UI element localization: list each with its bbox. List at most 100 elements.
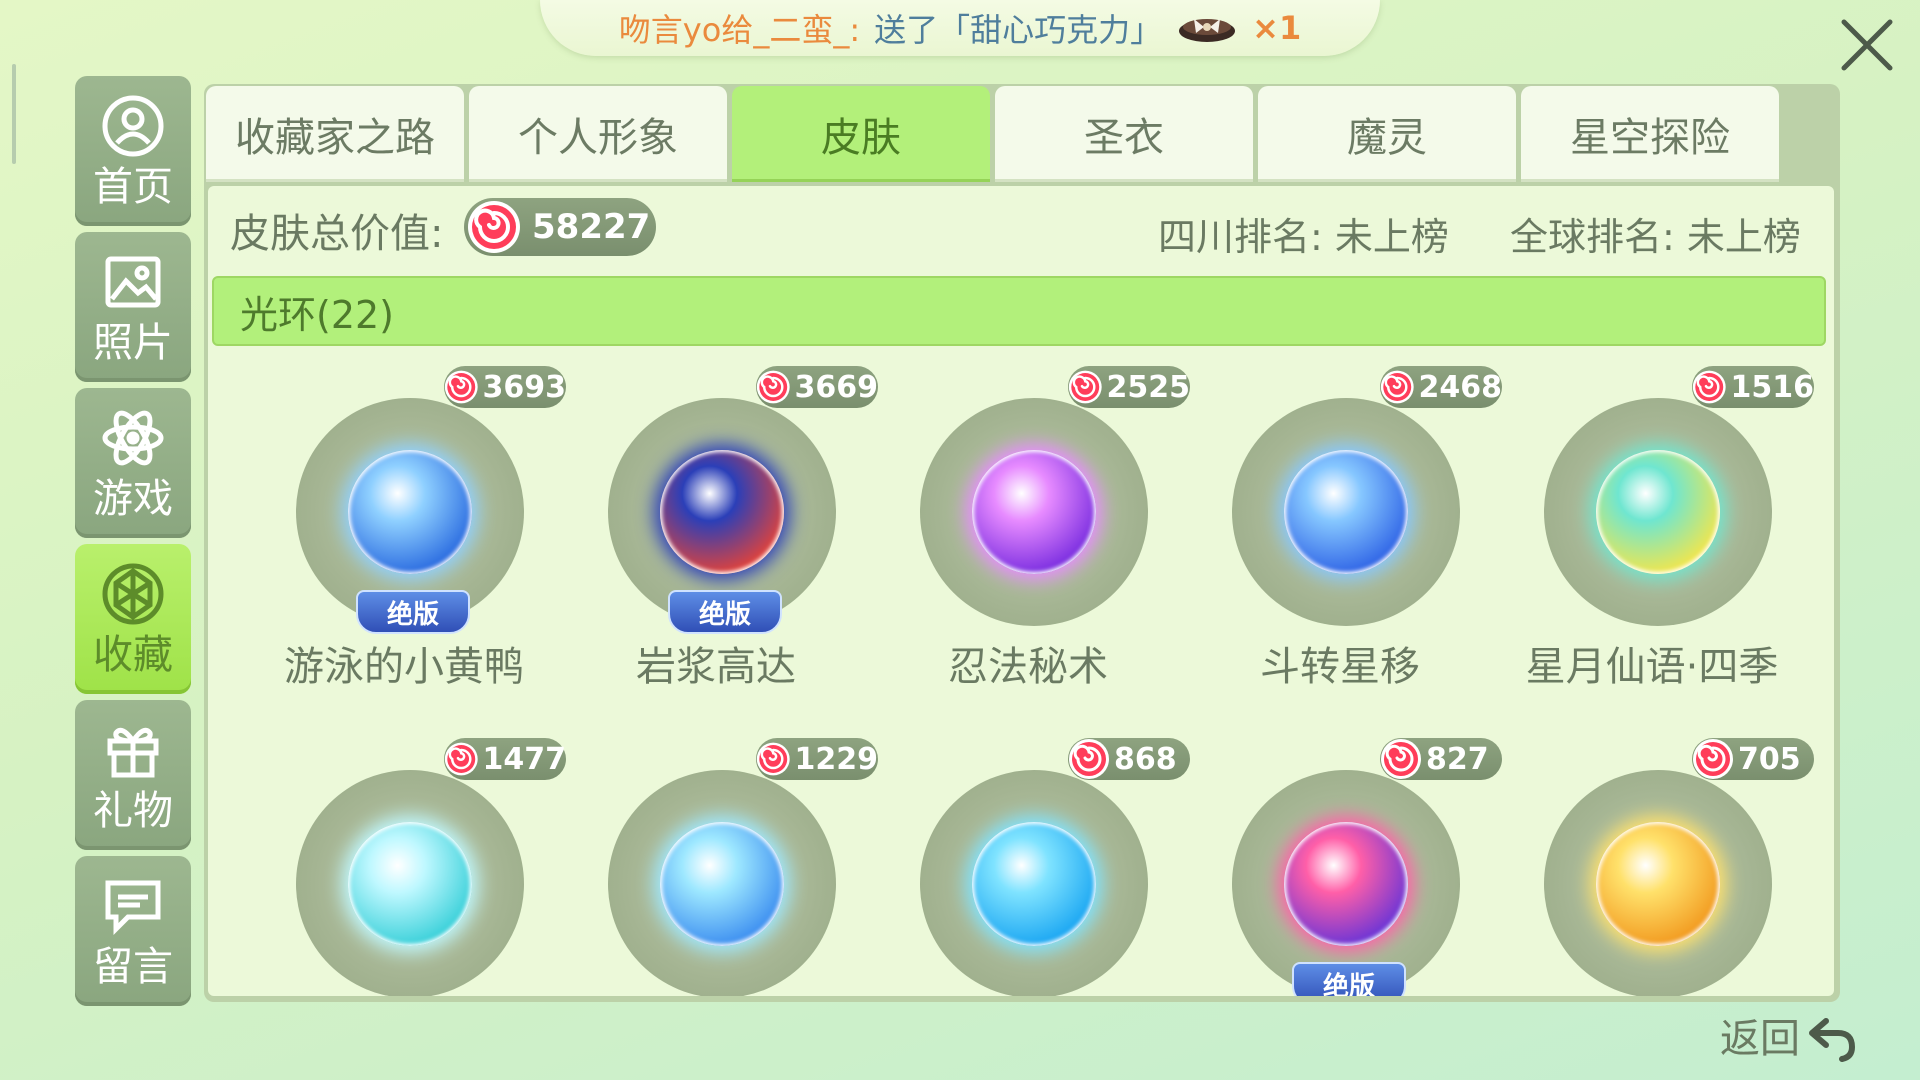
sidebar-item-label: 照片 xyxy=(93,320,173,366)
halo-orb-icon xyxy=(660,822,784,946)
item-price: 2468 xyxy=(1418,369,1503,405)
item-price: 3693 xyxy=(482,369,567,405)
tab-collector-road[interactable]: 收藏家之路 xyxy=(206,86,464,182)
gift-notification-banner: 吻言yo给_二蛮_: 送了「甜心巧克力」 ×1 xyxy=(540,0,1380,56)
skin-item[interactable]: 1477 xyxy=(248,724,566,996)
sidebar-item-label: 首页 xyxy=(93,164,173,210)
halo-orb-icon xyxy=(1596,822,1720,946)
global-rank: 全球排名: 未上榜 xyxy=(1510,215,1801,259)
limited-badge: 绝版 xyxy=(1292,962,1406,996)
item-price: 827 xyxy=(1426,741,1489,777)
sidebar-item-label: 游戏 xyxy=(93,476,173,522)
photo-icon xyxy=(100,249,166,315)
sidebar-item-games[interactable]: 游戏 xyxy=(75,388,191,538)
skin-item[interactable]: 827 绝版 xyxy=(1184,724,1502,996)
item-price-pill: 3693 xyxy=(444,366,566,408)
home-user-icon xyxy=(100,93,166,159)
sidebar-item-messages[interactable]: 留言 xyxy=(75,856,191,1006)
item-price: 2525 xyxy=(1106,369,1191,405)
halo-orb-icon xyxy=(1284,822,1408,946)
candy-coin-icon xyxy=(1692,370,1726,404)
candy-coin-icon xyxy=(1693,739,1733,779)
item-price-pill: 1477 xyxy=(444,738,566,780)
province-rank: 四川排名: 未上榜 xyxy=(1158,215,1449,259)
item-name: 忍法秘术 xyxy=(948,644,1108,690)
total-value-pill: 58227 xyxy=(464,198,656,256)
limited-badge: 绝版 xyxy=(668,590,782,634)
item-name: 岩浆高达 xyxy=(636,644,796,690)
halo-orb-icon xyxy=(972,822,1096,946)
item-price: 1229 xyxy=(794,741,879,777)
gift-sender: 吻言yo给_二蛮_: xyxy=(618,11,861,49)
skin-item[interactable]: 2525 忍法秘术 xyxy=(872,352,1190,690)
candy-coin-icon xyxy=(756,742,790,776)
close-icon[interactable] xyxy=(1832,10,1902,80)
sidebar-item-gifts[interactable]: 礼物 xyxy=(75,700,191,850)
back-button[interactable]: 返回 xyxy=(1720,1000,1860,1070)
skin-item[interactable]: 1229 xyxy=(560,724,878,996)
halo-orb-icon xyxy=(348,822,472,946)
total-value-label: 皮肤总价值: xyxy=(230,211,444,257)
item-name: 星月仙语·四季 xyxy=(1525,644,1779,690)
halo-orb-icon xyxy=(972,450,1096,574)
total-value: 58227 xyxy=(532,207,651,247)
halo-orb-icon xyxy=(1596,450,1720,574)
skin-item[interactable]: 3693 绝版 游泳的小黄鸭 xyxy=(248,352,566,690)
limited-badge: 绝版 xyxy=(356,590,470,634)
section-header-halo[interactable]: 光环(22) xyxy=(212,276,1826,346)
message-icon xyxy=(100,873,166,939)
gift-action: 送了「甜心巧克力」 xyxy=(874,11,1163,49)
halo-orb-icon xyxy=(1284,450,1408,574)
gift-icon xyxy=(100,717,166,783)
item-price: 1516 xyxy=(1730,369,1815,405)
candy-coin-icon xyxy=(468,201,520,253)
candy-coin-icon xyxy=(1380,370,1414,404)
sidebar-nav: 首页 照片 游戏 收藏 礼物 留言 xyxy=(75,76,191,1012)
item-price-pill: 705 xyxy=(1692,738,1814,780)
item-price: 705 xyxy=(1738,741,1801,777)
back-arrow-icon xyxy=(1809,1018,1856,1062)
tab-star-exploration[interactable]: 星空探险 xyxy=(1521,86,1779,182)
tab-bar: 收藏家之路 个人形象 皮肤 圣衣 魔灵 星空探险 xyxy=(206,86,1779,182)
sidebar-item-label: 收藏 xyxy=(93,632,173,678)
left-edge-divider xyxy=(12,64,16,164)
item-price: 1477 xyxy=(482,741,567,777)
candy-coin-icon xyxy=(444,742,478,776)
skin-item[interactable]: 2468 斗转星移 xyxy=(1184,352,1502,690)
sidebar-item-collection[interactable]: 收藏 xyxy=(75,544,191,694)
halo-orb-icon xyxy=(348,450,472,574)
tab-magic-spirit[interactable]: 魔灵 xyxy=(1258,86,1516,182)
item-price-pill: 868 xyxy=(1068,738,1190,780)
item-price-pill: 2468 xyxy=(1380,366,1502,408)
gift-count: ×1 xyxy=(1252,9,1302,47)
back-label: 返回 xyxy=(1720,1016,1800,1062)
candy-coin-icon xyxy=(1069,739,1109,779)
skin-item-grid: 3693 绝版 游泳的小黄鸭 3669 绝版 岩浆高达 2525 忍法秘术 24… xyxy=(208,352,1834,996)
item-price-pill: 827 xyxy=(1380,738,1502,780)
skin-item[interactable]: 868 xyxy=(872,724,1190,996)
skin-summary: 皮肤总价值: 58227 四川排名: 未上榜 全球排名: 未上榜 xyxy=(208,186,1834,274)
skin-item[interactable]: 705 xyxy=(1496,724,1814,996)
item-price-pill: 3669 xyxy=(756,366,878,408)
item-price: 3669 xyxy=(794,369,879,405)
halo-orb-icon xyxy=(660,450,784,574)
candy-coin-icon xyxy=(756,370,790,404)
tab-personal-image[interactable]: 个人形象 xyxy=(469,86,727,182)
item-price: 868 xyxy=(1114,741,1177,777)
item-name: 斗转星移 xyxy=(1260,644,1420,690)
skin-item[interactable]: 3669 绝版 岩浆高达 xyxy=(560,352,878,690)
tab-holy-cloth[interactable]: 圣衣 xyxy=(995,86,1253,182)
chocolate-gift-icon xyxy=(1176,11,1238,45)
sidebar-item-home[interactable]: 首页 xyxy=(75,76,191,226)
atom-game-icon xyxy=(100,405,166,471)
candy-coin-icon xyxy=(1381,739,1421,779)
sidebar-item-label: 礼物 xyxy=(93,788,173,834)
skin-item[interactable]: 1516 星月仙语·四季 xyxy=(1496,352,1814,690)
sidebar-item-label: 留言 xyxy=(93,944,173,990)
item-price-pill: 2525 xyxy=(1068,366,1190,408)
sidebar-item-photos[interactable]: 照片 xyxy=(75,232,191,382)
candy-coin-icon xyxy=(444,370,478,404)
candy-coin-icon xyxy=(1068,370,1102,404)
collection-icon xyxy=(100,561,166,627)
tab-skins[interactable]: 皮肤 xyxy=(732,86,990,182)
